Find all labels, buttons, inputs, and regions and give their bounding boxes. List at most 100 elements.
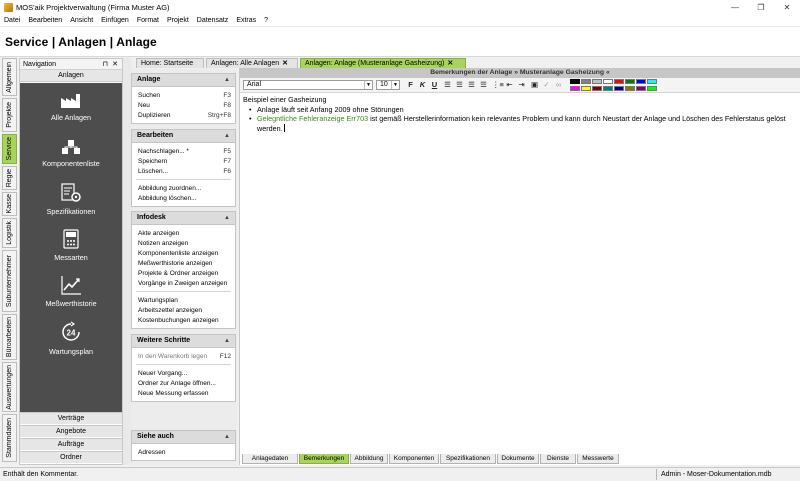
color-swatch[interactable] bbox=[636, 86, 646, 91]
btab-spezifikationen[interactable]: Spezifikationen bbox=[440, 454, 496, 464]
insert-image-icon[interactable]: ▣ bbox=[529, 80, 540, 90]
menu-bearbeiten[interactable]: Bearbeiten bbox=[28, 17, 62, 24]
task-neuer-vorgang[interactable]: Neuer Vorgang... bbox=[132, 368, 235, 378]
align-right-icon[interactable]: ☰ bbox=[466, 80, 477, 90]
panel-header[interactable]: Anlage ▲ bbox=[132, 74, 235, 87]
color-swatch[interactable] bbox=[570, 79, 580, 84]
btab-anlagedaten[interactable]: Anlagedaten bbox=[242, 454, 298, 464]
btab-dokumente[interactable]: Dokumente bbox=[497, 454, 539, 464]
navigation-section-anlagen[interactable]: Anlagen bbox=[20, 70, 122, 82]
task-warenkorb[interactable]: In den Warenkorb legen F12 bbox=[132, 351, 235, 361]
menu-datensatz[interactable]: Datensatz bbox=[197, 17, 229, 24]
tab-regie[interactable]: Regie bbox=[2, 166, 17, 190]
close-tab-icon[interactable]: ✕ bbox=[282, 60, 288, 67]
menu-projekt[interactable]: Projekt bbox=[167, 17, 189, 24]
align-left-icon[interactable]: ☰ bbox=[442, 80, 453, 90]
color-swatch[interactable] bbox=[614, 79, 624, 84]
minimize-button[interactable]: — bbox=[722, 0, 748, 14]
nav-item-alle-anlagen[interactable]: Alle Anlagen bbox=[20, 93, 122, 122]
nav-item-wartungsplan[interactable]: 24 Wartungsplan bbox=[20, 321, 122, 356]
task-speichern[interactable]: Speichern F7 bbox=[132, 156, 235, 166]
nav-group-ordner[interactable]: Ordner bbox=[20, 451, 122, 463]
task-adressen[interactable]: Adressen bbox=[132, 447, 235, 457]
tab-anlage-musteranlage[interactable]: Anlagen: Anlage (Musteranlage Gasheizung… bbox=[300, 58, 466, 68]
italic-button[interactable]: K bbox=[417, 80, 428, 90]
task-komponentenliste-anzeigen[interactable]: Komponentenliste anzeigen bbox=[132, 248, 235, 258]
tab-auswertungen[interactable]: Auswertungen bbox=[2, 362, 17, 412]
tab-alle-anlagen[interactable]: Anlagen: Alle Anlagen ✕ bbox=[206, 58, 298, 68]
menu-extras[interactable]: Extras bbox=[236, 17, 256, 24]
task-ordner-oeffnen[interactable]: Ordner zur Anlage öffnen... bbox=[132, 378, 235, 388]
color-swatch[interactable] bbox=[647, 86, 657, 91]
menu-einfuegen[interactable]: Einfügen bbox=[101, 17, 129, 24]
menu-help[interactable]: ? bbox=[264, 17, 268, 24]
close-icon[interactable]: ✕ bbox=[112, 60, 118, 68]
task-abbildung-zuordnen[interactable]: Abbildung zuordnen... bbox=[132, 183, 235, 193]
color-swatch[interactable] bbox=[636, 79, 646, 84]
color-swatch[interactable] bbox=[603, 79, 613, 84]
underline-button[interactable]: U bbox=[429, 80, 440, 90]
panel-header[interactable]: Siehe auch ▲ bbox=[132, 431, 235, 444]
task-neu[interactable]: Neu F8 bbox=[132, 100, 235, 110]
remarks-text-area[interactable]: Beispiel einer Gasheizung Anlage läuft s… bbox=[243, 95, 798, 133]
color-swatch[interactable] bbox=[647, 79, 657, 84]
color-swatch[interactable] bbox=[581, 79, 591, 84]
collapse-icon[interactable]: ▲ bbox=[224, 335, 230, 347]
task-suchen[interactable]: Suchen F3 bbox=[132, 90, 235, 100]
task-nachschlagen[interactable]: Nachschlagen... * F5 bbox=[132, 146, 235, 156]
task-messwerthistorie-anzeigen[interactable]: Meßwerthistorie anzeigen bbox=[132, 258, 235, 268]
tab-bueroarbeiten[interactable]: Büroarbeiten bbox=[2, 314, 17, 360]
align-center-icon[interactable]: ☰ bbox=[454, 80, 465, 90]
task-arbeitszettel-anzeigen[interactable]: Arbeitszettel anzeigen bbox=[132, 305, 235, 315]
btab-abbildung[interactable]: Abbildung bbox=[350, 454, 388, 464]
nav-item-messwerthistorie[interactable]: Meßwerthistorie bbox=[20, 275, 122, 308]
menu-format[interactable]: Format bbox=[137, 17, 159, 24]
task-neue-messung[interactable]: Neue Messung erfassen bbox=[132, 388, 235, 398]
task-kostenbuchungen-anzeigen[interactable]: Kostenbuchungen anzeigen bbox=[132, 315, 235, 325]
tab-service[interactable]: Service bbox=[2, 134, 17, 164]
task-abbildung-loeschen[interactable]: Abbildung löschen... bbox=[132, 193, 235, 203]
panel-header[interactable]: Infodesk ▲ bbox=[132, 212, 235, 225]
font-size-select[interactable]: 10 ▼ bbox=[376, 80, 400, 90]
nav-group-angebote[interactable]: Angebote bbox=[20, 425, 122, 437]
tab-projekte[interactable]: Projekte bbox=[2, 98, 17, 132]
task-duplizieren[interactable]: Duplizieren Strg+F8 bbox=[132, 110, 235, 120]
color-swatch[interactable] bbox=[625, 86, 635, 91]
task-akte-anzeigen[interactable]: Akte anzeigen bbox=[132, 228, 235, 238]
btab-komponenten[interactable]: Komponenten bbox=[389, 454, 439, 464]
task-vorgaenge-anzeigen[interactable]: Vorgänge in Zweigen anzeigen bbox=[132, 278, 235, 288]
task-loeschen[interactable]: Löschen... F6 bbox=[132, 166, 235, 176]
task-notizen-anzeigen[interactable]: Notizen anzeigen bbox=[132, 238, 235, 248]
menu-ansicht[interactable]: Ansicht bbox=[70, 17, 93, 24]
indent-decrease-icon[interactable]: ⇤ bbox=[504, 80, 515, 90]
indent-increase-icon[interactable]: ⇥ bbox=[516, 80, 527, 90]
btab-bemerkungen[interactable]: Bemerkungen bbox=[299, 454, 349, 464]
bullet-list-icon[interactable]: ⋮≡ bbox=[492, 80, 504, 90]
color-swatch[interactable] bbox=[603, 86, 613, 91]
color-swatch[interactable] bbox=[581, 86, 591, 91]
color-swatch[interactable] bbox=[625, 79, 635, 84]
maximize-button[interactable]: ❐ bbox=[748, 0, 774, 14]
btab-dienste[interactable]: Dienste bbox=[540, 454, 576, 464]
bold-button[interactable]: F bbox=[405, 80, 416, 90]
pin-icon[interactable]: ⊓ bbox=[103, 60, 108, 68]
panel-header[interactable]: Weitere Schritte ▲ bbox=[132, 335, 235, 348]
tab-kasse[interactable]: Kasse bbox=[2, 192, 17, 216]
nav-group-auftraege[interactable]: Aufträge bbox=[20, 438, 122, 450]
task-projekte-ordner-anzeigen[interactable]: Projekte & Ordner anzeigen bbox=[132, 268, 235, 278]
nav-item-komponentenliste[interactable]: Komponentenliste bbox=[20, 139, 122, 168]
justify-icon[interactable]: ☰ bbox=[478, 80, 489, 90]
link-icon[interactable]: ∞ bbox=[553, 80, 564, 90]
menu-datei[interactable]: Datei bbox=[4, 17, 20, 24]
close-button[interactable]: ✕ bbox=[774, 0, 800, 14]
splitter[interactable] bbox=[123, 58, 131, 465]
close-tab-icon[interactable]: ✕ bbox=[447, 60, 453, 67]
spellcheck-icon[interactable]: ✓ bbox=[541, 80, 552, 90]
tab-stammdaten[interactable]: Stammdaten bbox=[2, 414, 17, 462]
tab-logistik[interactable]: Logistik bbox=[2, 218, 17, 248]
nav-item-spezifikationen[interactable]: Spezifikationen bbox=[20, 183, 122, 216]
btab-messwerte[interactable]: Messwerte bbox=[577, 454, 619, 464]
tab-home-startseite[interactable]: Home: Startseite bbox=[136, 58, 204, 68]
color-swatch[interactable] bbox=[592, 86, 602, 91]
font-select[interactable]: Arial ▼ bbox=[243, 80, 373, 90]
